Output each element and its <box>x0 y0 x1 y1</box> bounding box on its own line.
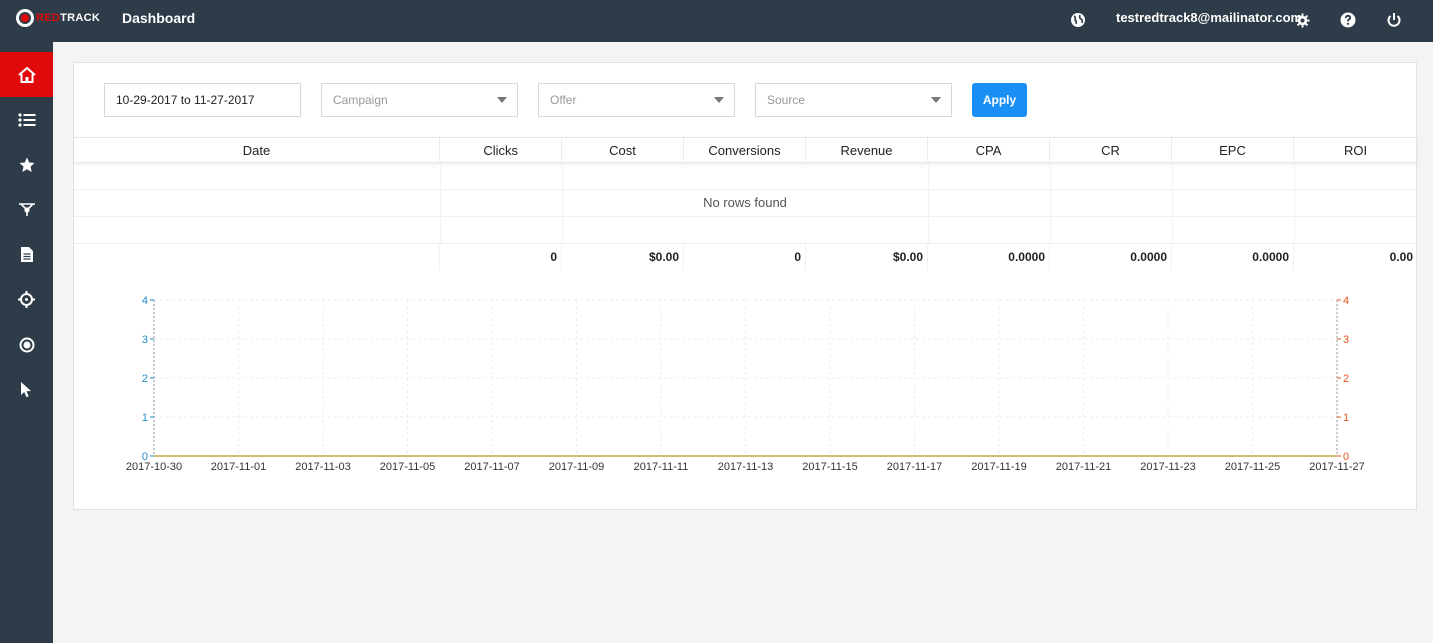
stats-table: Date Clicks Cost Conversions Revenue CPA… <box>74 137 1417 271</box>
user-email[interactable]: testredtrack8@mailinator.com <box>1116 10 1302 25</box>
right-tick-label: 3 <box>1343 334 1349 346</box>
total-clicks: 0 <box>440 244 562 271</box>
logo-text-white: TRACK <box>60 12 101 24</box>
column-header-cost[interactable]: Cost <box>562 138 684 163</box>
total-date <box>74 244 440 271</box>
empty-message: No rows found <box>683 190 807 216</box>
right-tick-label: 2 <box>1343 373 1349 385</box>
globe-icon[interactable] <box>1068 10 1088 30</box>
dashboard-card: Campaign Offer Source Apply Date Clicks … <box>73 62 1417 510</box>
x-tick-label: 2017-10-30 <box>126 461 182 473</box>
offer-select[interactable]: Offer <box>538 83 735 117</box>
x-tick-label: 2017-11-21 <box>1056 461 1111 473</box>
right-tick-label: 1 <box>1343 412 1349 424</box>
source-select-placeholder: Source <box>767 93 806 107</box>
column-header-roi[interactable]: ROI <box>1294 138 1417 163</box>
table-body: No rows found <box>74 163 1417 243</box>
x-tick-label: 2017-11-03 <box>295 461 350 473</box>
x-tick-label: 2017-11-09 <box>549 461 604 473</box>
x-tick-label: 2017-11-17 <box>887 461 942 473</box>
logo[interactable]: REDTRACK <box>16 9 100 27</box>
sidebar-item-dashboard[interactable] <box>0 52 53 97</box>
source-select[interactable]: Source <box>755 83 952 117</box>
list-icon <box>17 112 35 127</box>
x-tick-label: 2017-11-13 <box>718 461 773 473</box>
sidebar-item-favorites[interactable] <box>0 142 53 187</box>
chevron-down-icon <box>497 97 507 103</box>
power-icon[interactable] <box>1384 10 1404 30</box>
left-tick-label: 3 <box>142 334 148 346</box>
left-tick-label: 2 <box>142 373 148 385</box>
performance-chart: 01234012342017-10-30 2017-11-01 2017-11-03… <box>126 295 1365 473</box>
campaign-select-placeholder: Campaign <box>333 93 388 107</box>
sidebar-item-tracking[interactable] <box>0 277 53 322</box>
total-cpa: 0.0000 <box>928 244 1050 271</box>
total-roi: 0.00 <box>1389 250 1413 264</box>
sidebar-item-funnels[interactable] <box>0 187 53 232</box>
x-tick-label: 2017-11-25 <box>1225 461 1280 473</box>
cursor-icon <box>21 382 31 398</box>
home-icon <box>17 66 36 83</box>
funnel-icon <box>18 203 35 216</box>
x-tick-label: 2017-11-01 <box>211 461 266 473</box>
crosshair-icon <box>18 291 35 308</box>
column-header-date[interactable]: Date <box>74 138 440 163</box>
page-title: Dashboard <box>122 10 196 26</box>
gear-icon[interactable] <box>1292 10 1312 30</box>
x-tick-label: 2017-11-19 <box>971 461 1026 473</box>
right-tick-label: 4 <box>1343 295 1349 307</box>
total-cost: $0.00 <box>562 244 684 271</box>
total-epc: 0.0000 <box>1172 244 1294 271</box>
campaign-select[interactable]: Campaign <box>321 83 518 117</box>
date-range-input[interactable] <box>104 83 301 117</box>
column-header-cpa[interactable]: CPA <box>928 138 1050 163</box>
help-icon[interactable] <box>1338 10 1358 30</box>
sidebar-item-campaigns[interactable] <box>0 97 53 142</box>
x-tick-label: 2017-11-11 <box>634 461 689 473</box>
offer-select-placeholder: Offer <box>550 93 577 107</box>
logo-mark-icon <box>16 9 34 27</box>
chevron-down-icon <box>714 97 724 103</box>
x-tick-label: 2017-11-15 <box>802 461 857 473</box>
x-tick-label: 2017-11-07 <box>464 461 519 473</box>
column-header-conversions[interactable]: Conversions <box>684 138 806 163</box>
column-header-clicks[interactable]: Clicks <box>440 138 562 163</box>
x-tick-label: 2017-11-05 <box>380 461 435 473</box>
column-header-revenue[interactable]: Revenue <box>806 138 928 163</box>
table-header: Date Clicks Cost Conversions Revenue CPA… <box>74 137 1417 163</box>
sidebar-item-sources[interactable] <box>0 322 53 367</box>
sidebar <box>0 42 53 643</box>
x-tick-label: 2017-11-27 <box>1309 461 1364 473</box>
document-icon <box>20 247 33 262</box>
column-header-cr[interactable]: CR <box>1050 138 1172 163</box>
total-conversions: 0 <box>684 244 806 271</box>
column-header-epc[interactable]: EPC <box>1172 138 1294 163</box>
left-tick-label: 1 <box>142 412 148 424</box>
total-cr: 0.0000 <box>1050 244 1172 271</box>
left-tick-label: 4 <box>142 295 148 307</box>
star-icon <box>19 157 34 172</box>
apply-button[interactable]: Apply <box>972 83 1027 117</box>
x-tick-label: 2017-11-23 <box>1140 461 1195 473</box>
chevron-down-icon <box>931 97 941 103</box>
total-revenue: $0.00 <box>806 244 928 271</box>
table-totals: 0 $0.00 0 $0.00 0.0000 0.0000 0.0000 0.0… <box>74 243 1417 271</box>
top-bar: REDTRACK Dashboard testredtrack8@mailina… <box>0 0 1433 42</box>
record-icon <box>19 337 34 352</box>
sidebar-item-clicks[interactable] <box>0 367 53 412</box>
sidebar-item-reports[interactable] <box>0 232 53 277</box>
logo-text-red: RED <box>36 12 61 24</box>
